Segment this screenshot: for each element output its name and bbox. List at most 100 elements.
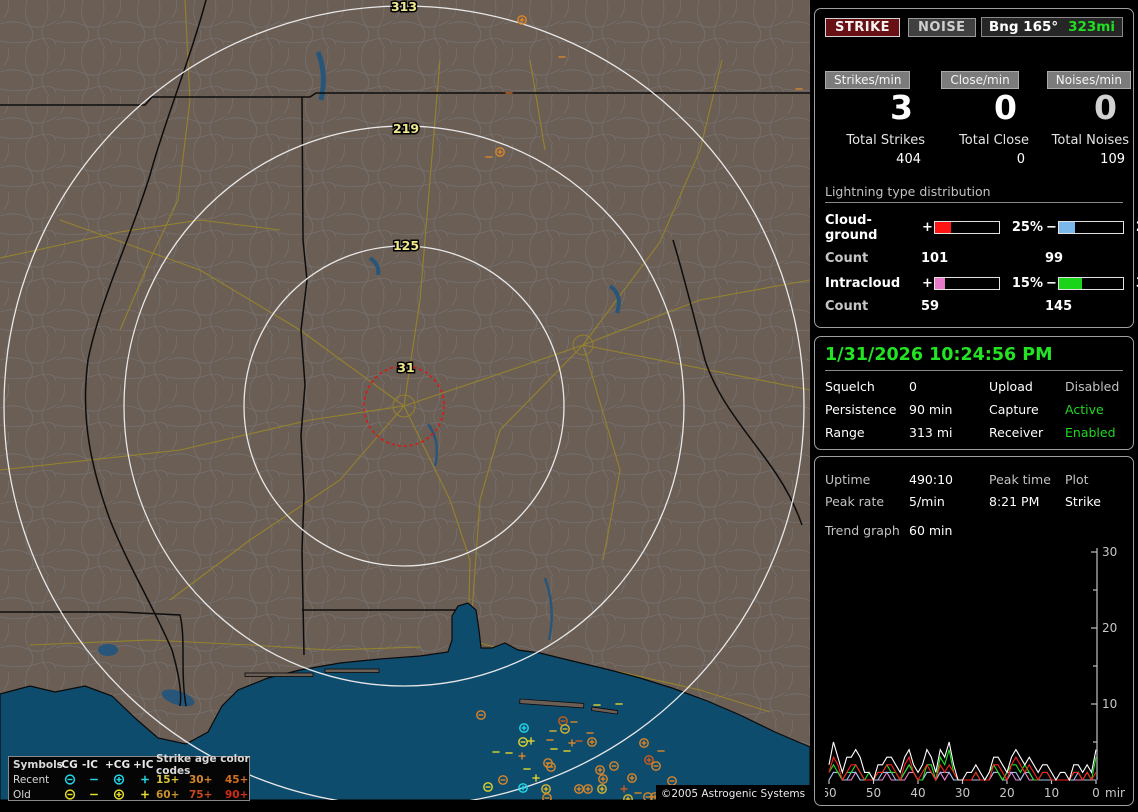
minus-sign: − [1046,220,1057,236]
ic-positive-count: 59 [921,298,940,314]
legend-recent-label: Recent [13,773,50,786]
legend-old-label: Old [13,788,31,801]
ring-label-313: 313 [391,0,417,14]
intracloud-label: Intracloud [825,275,901,291]
intracloud-count-row: Count 59 145 [825,299,1123,314]
age-30: 30+ [189,773,213,786]
plus-sign: + [922,275,933,291]
ring-label-31: 31 [397,360,414,375]
svg-text:30: 30 [955,786,970,800]
ring-label-125: 125 [393,238,419,253]
cg-positive-pct: 25% [1011,220,1043,236]
legend-col-ncg: -CG [57,758,78,771]
legend-symbols-title: Symbols [13,758,63,771]
old-ic-minus-icon [82,788,105,801]
legend-col-pic: +IC [133,758,154,771]
noises-per-min-button[interactable]: Noises/min [1046,71,1131,89]
age-75: 75+ [189,788,213,801]
squelch-value: 0 [909,379,917,394]
bearing-label: Bng 165° [988,19,1059,35]
map-legend: Symbols -CG -IC +CG +IC Strike age color… [8,753,250,801]
strike-stats-box: STRIKE NOISE Bng 165° 323mi Strikes/min … [814,8,1138,328]
close-per-min-value: 0 [994,88,1017,127]
cloud-ground-count-row: Count 101 99 [825,251,1123,266]
ic-negative-bar [1058,276,1124,290]
peak-rate-label: Peak rate [825,494,885,509]
minus-sign: − [1046,275,1057,291]
total-strikes-value: 404 [896,151,921,167]
cloud-ground-row: Cloud-ground + 25% − 25% [825,212,1138,243]
trend-box: Uptime 490:10 Peak time Plot Peak rate 5… [814,456,1134,806]
age-15: 15+ [156,773,180,786]
trend-graph-label: Trend graph [825,523,900,538]
svg-text:min: min [1105,786,1125,800]
bearing-distance: 323mi [1068,19,1115,35]
lightning-map[interactable]: 313 219 125 31 Symbols -CG -IC +CG +IC S… [0,0,810,802]
trend-graph-row: Trend graph 60 min [825,523,1123,538]
recent-ic-plus-icon [133,773,156,786]
legend-col-nic: -IC [82,758,98,771]
peak-time-value: 8:21 PM [989,494,1040,509]
svg-text:20: 20 [999,786,1014,800]
ring-label-219: 219 [393,121,419,136]
settings-row: Range 313 mi Receiver Enabled [825,425,1123,440]
svg-text:20: 20 [1102,621,1117,635]
datetime-display: 1/31/2026 10:24:56 PM [825,345,1123,371]
strikes-per-min-value: 3 [890,88,913,127]
map-canvas[interactable]: 313 219 125 31 [0,0,810,800]
old-cg-minus-icon [57,788,82,801]
cg-negative-count: 99 [1045,250,1064,266]
count-label: Count [825,298,869,314]
old-cg-plus-icon [105,788,133,801]
total-close-value: 0 [1016,151,1025,167]
peak-rate-value: 5/min [909,494,945,509]
total-noises-label: Total Noises [1051,132,1129,148]
bearing-display[interactable]: Bng 165° 323mi [980,17,1123,37]
settings-row: Persistence 90 min Capture Active [825,402,1123,417]
age-45: 45+ [225,773,249,786]
copyright: ©2005 Astrogenic Systems [656,785,810,802]
age-90: 90+ [225,788,249,801]
plot-label: Plot [1065,472,1089,487]
noise-tab-button[interactable]: NOISE [908,17,976,37]
range-label: Range [825,425,865,440]
plot-mode-value: Strike [1065,494,1101,509]
upload-status: Disabled [1065,379,1120,394]
cg-positive-bar [934,221,1000,235]
noises-per-min-value: 0 [1094,88,1117,127]
recent-cg-plus-icon [105,773,133,786]
uptime-label: Uptime [825,472,871,487]
ic-positive-pct: 15% [1011,275,1043,291]
plus-sign: + [922,220,933,236]
svg-text:30: 30 [1102,545,1117,559]
recent-cg-minus-icon [57,773,82,786]
upload-label: Upload [989,379,1033,394]
receiver-status: Enabled [1065,425,1116,440]
svg-text:40: 40 [910,786,925,800]
count-label: Count [825,250,869,266]
cloud-ground-label: Cloud-ground [825,212,878,243]
svg-text:50: 50 [866,786,881,800]
svg-text:60: 60 [825,786,837,800]
cg-negative-bar [1058,221,1124,235]
distribution-title: Lightning type distribution [825,184,1123,203]
svg-text:10: 10 [1102,697,1117,711]
uptime-value: 490:10 [909,472,953,487]
receiver-label: Receiver [989,425,1044,440]
persistence-value: 90 min [909,402,953,417]
cg-negative-pct: 25% [1124,220,1138,235]
svg-text:0: 0 [1092,786,1100,800]
capture-label: Capture [989,402,1039,417]
squelch-label: Squelch [825,379,875,394]
settings-row: Squelch 0 Upload Disabled [825,379,1123,394]
total-close-label: Total Close [959,132,1029,148]
age-60: 60+ [156,788,180,801]
recent-ic-minus-icon [82,773,105,786]
close-per-min-button[interactable]: Close/min [941,71,1019,89]
cg-positive-count: 101 [921,250,949,266]
total-noises-value: 109 [1100,151,1125,167]
strikes-per-min-button[interactable]: Strikes/min [825,71,911,89]
ic-negative-pct: 36% [1124,276,1138,291]
peak-time-label: Peak time [989,472,1051,487]
strike-tab-button[interactable]: STRIKE [825,17,901,37]
